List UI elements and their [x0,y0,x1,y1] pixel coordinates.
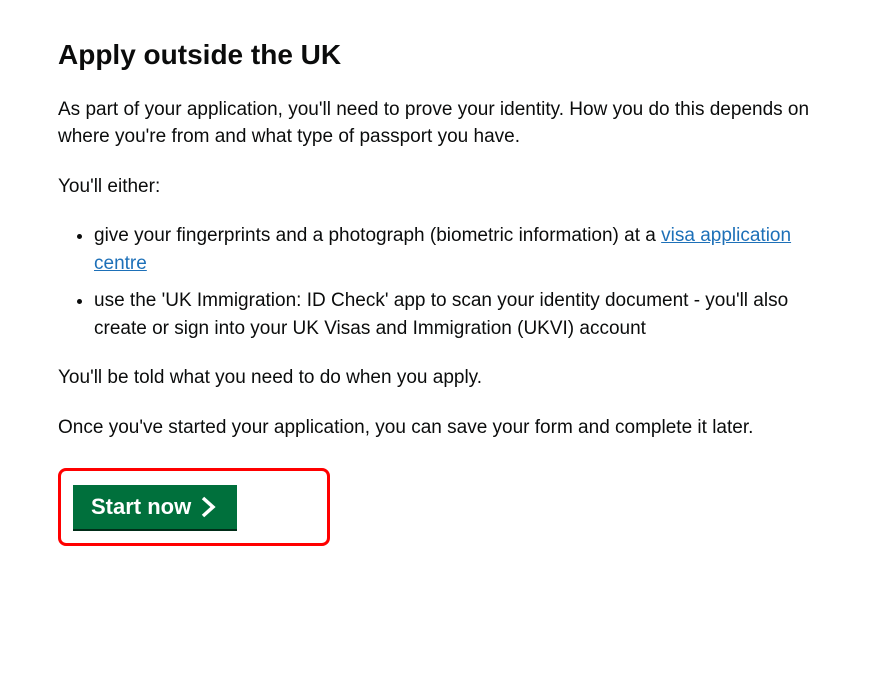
list-item: give your fingerprints and a photograph … [94,222,822,277]
section-heading: Apply outside the UK [58,38,822,72]
save-paragraph: Once you've started your application, yo… [58,414,822,442]
list-item: use the 'UK Immigration: ID Check' app t… [94,287,822,342]
highlight-annotation: Start now [58,468,330,546]
told-paragraph: You'll be told what you need to do when … [58,364,822,392]
either-lead: You'll either: [58,173,822,201]
chevron-right-icon [201,496,219,518]
start-button-label: Start now [91,496,191,518]
intro-paragraph: As part of your application, you'll need… [58,96,822,151]
bullet-text: give your fingerprints and a photograph … [94,225,661,246]
identity-options-list: give your fingerprints and a photograph … [58,222,822,342]
start-now-button[interactable]: Start now [73,485,237,529]
